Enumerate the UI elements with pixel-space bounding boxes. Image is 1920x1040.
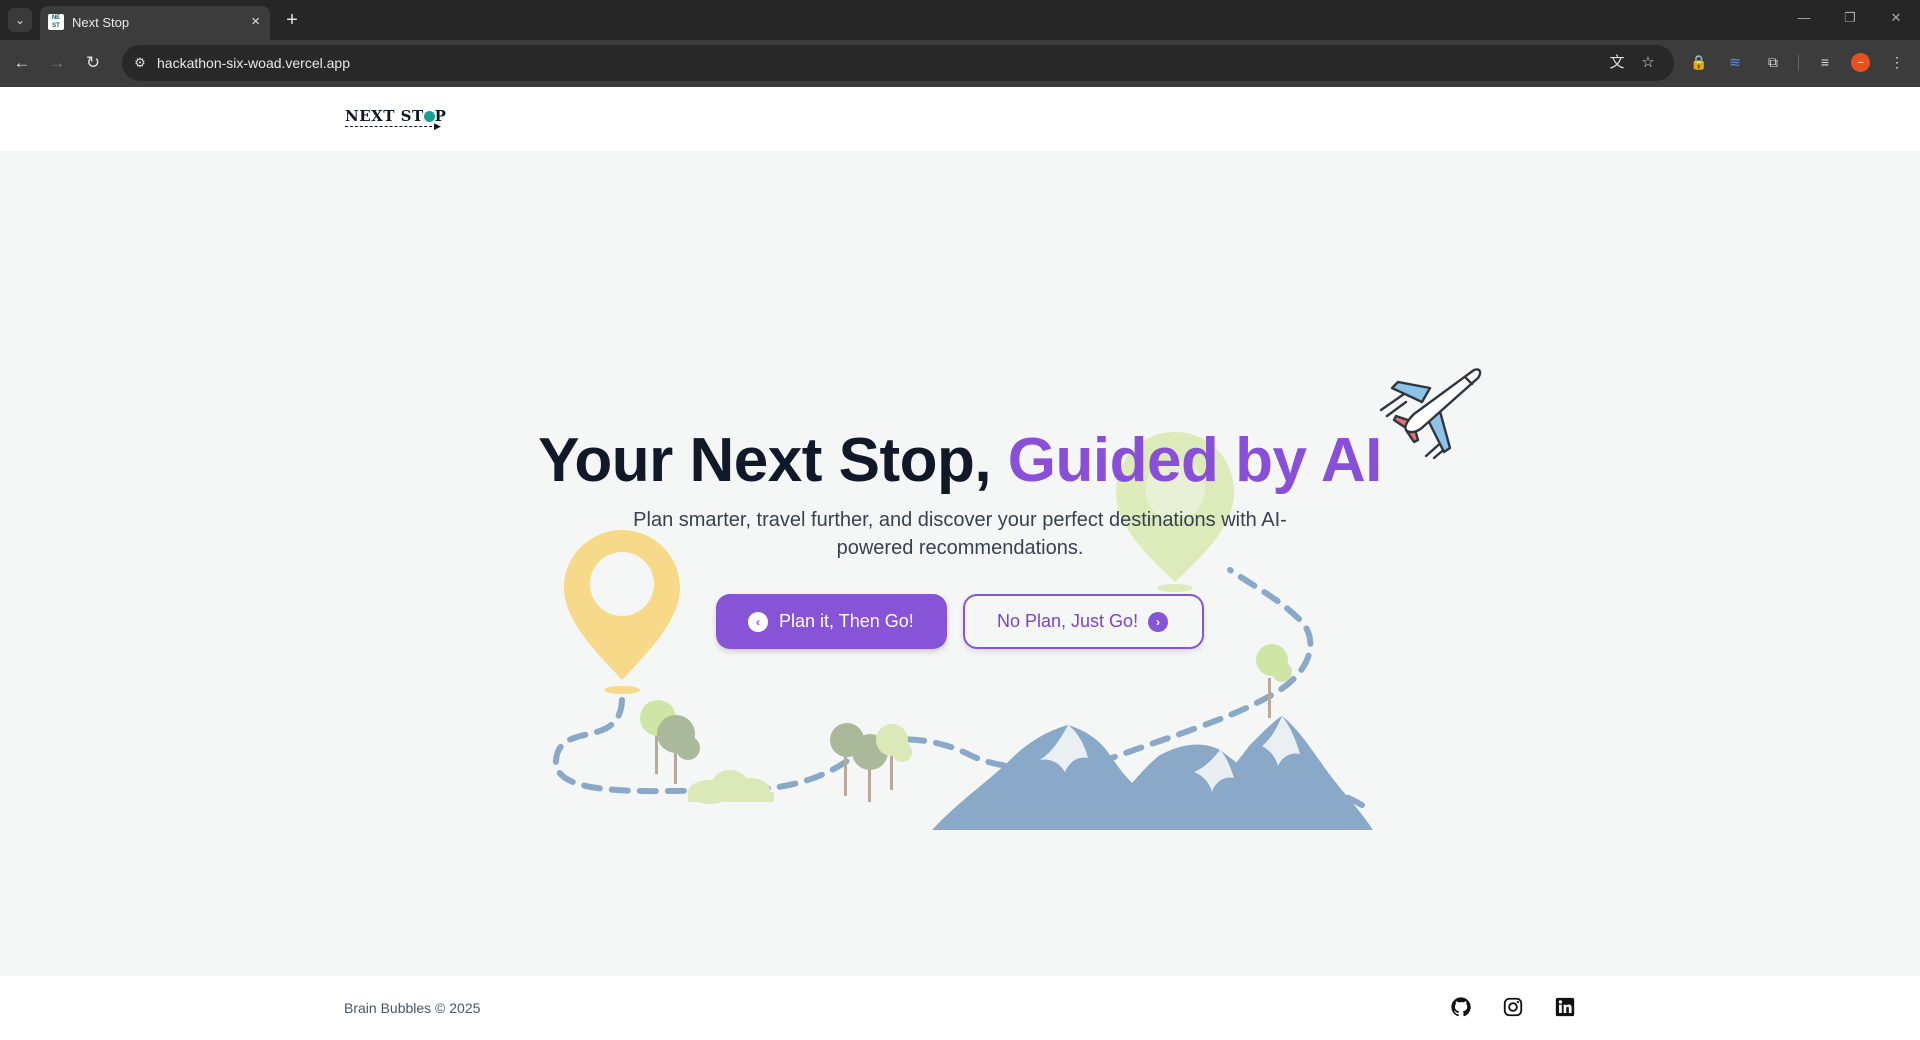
forward-icon[interactable]: → — [45, 51, 69, 75]
hero-headline: Your Next Stop, Guided by AI — [538, 426, 1383, 495]
password-extension-icon[interactable]: 🔒 — [1688, 51, 1710, 73]
tab-search-button[interactable]: ⌄ — [8, 8, 32, 32]
site-header: NEXT ST P ▶ — [0, 87, 1920, 151]
hero-subline: Plan smarter, travel further, and discov… — [633, 509, 1287, 559]
profile-avatar[interactable]: – — [1851, 53, 1870, 72]
browser-tab-bar: ⌄ NE ST Next Stop × + — ❐ ✕ — [0, 0, 1920, 40]
bush-icon — [688, 770, 774, 804]
url-text[interactable]: hackathon-six-woad.vercel.app — [157, 55, 350, 71]
bookmark-star-icon[interactable]: ☆ — [1638, 53, 1658, 73]
logo-underline — [345, 126, 437, 127]
close-tab-icon[interactable]: × — [251, 13, 260, 30]
browser-menu-icon[interactable]: ⋮ — [1886, 51, 1908, 73]
plan-it-label: Plan it, Then Go! — [779, 611, 914, 631]
toolbar-divider — [1798, 55, 1799, 71]
no-plan-button[interactable]: No Plan, Just Go! › — [963, 594, 1204, 649]
browser-toolbar: ← → ↻ ⚙ hackathon-six-woad.vercel.app 文 … — [0, 40, 1920, 87]
new-tab-button[interactable]: + — [280, 8, 304, 32]
restore-icon[interactable]: ❐ — [1840, 10, 1860, 26]
close-window-icon[interactable]: ✕ — [1886, 10, 1906, 26]
translate-icon[interactable]: 文 — [1607, 53, 1627, 73]
tab-title: Next Stop — [72, 15, 130, 30]
reload-icon[interactable]: ↻ — [81, 51, 105, 75]
tree-right-icon — [1256, 644, 1292, 718]
github-icon[interactable] — [1450, 996, 1472, 1018]
site-logo[interactable]: NEXT ST P — [345, 107, 446, 125]
linkedin-icon[interactable] — [1554, 996, 1576, 1018]
site-info-icon[interactable]: ⚙ — [130, 53, 150, 73]
logo-arrow-icon: ▶ — [434, 121, 441, 131]
media-control-icon[interactable]: ≡ — [1814, 51, 1836, 73]
tree-cluster-left-icon — [640, 700, 700, 784]
footer-copyright: Brain Bubbles © 2025 — [344, 1000, 481, 1016]
chevron-left-icon: ‹ — [748, 612, 768, 632]
extension-icon[interactable]: ≋ — [1724, 51, 1746, 73]
back-icon[interactable]: ← — [10, 51, 34, 75]
mountains-icon — [932, 716, 1373, 830]
extensions-puzzle-icon[interactable]: ⧉ — [1762, 51, 1784, 73]
instagram-icon[interactable] — [1502, 996, 1524, 1018]
plan-it-button[interactable]: ‹ Plan it, Then Go! — [716, 594, 947, 649]
chevron-right-icon: › — [1148, 612, 1168, 632]
browser-tab[interactable]: NE ST Next Stop × — [40, 6, 270, 40]
no-plan-label: No Plan, Just Go! — [997, 611, 1139, 631]
minimize-icon[interactable]: — — [1794, 10, 1814, 25]
headline-accent: Guided by AI — [1007, 426, 1383, 495]
address-bar[interactable]: ⚙ hackathon-six-woad.vercel.app 文 ☆ — [122, 45, 1674, 81]
site-footer: Brain Bubbles © 2025 — [0, 976, 1920, 1040]
favicon-icon: NE ST — [48, 14, 64, 30]
